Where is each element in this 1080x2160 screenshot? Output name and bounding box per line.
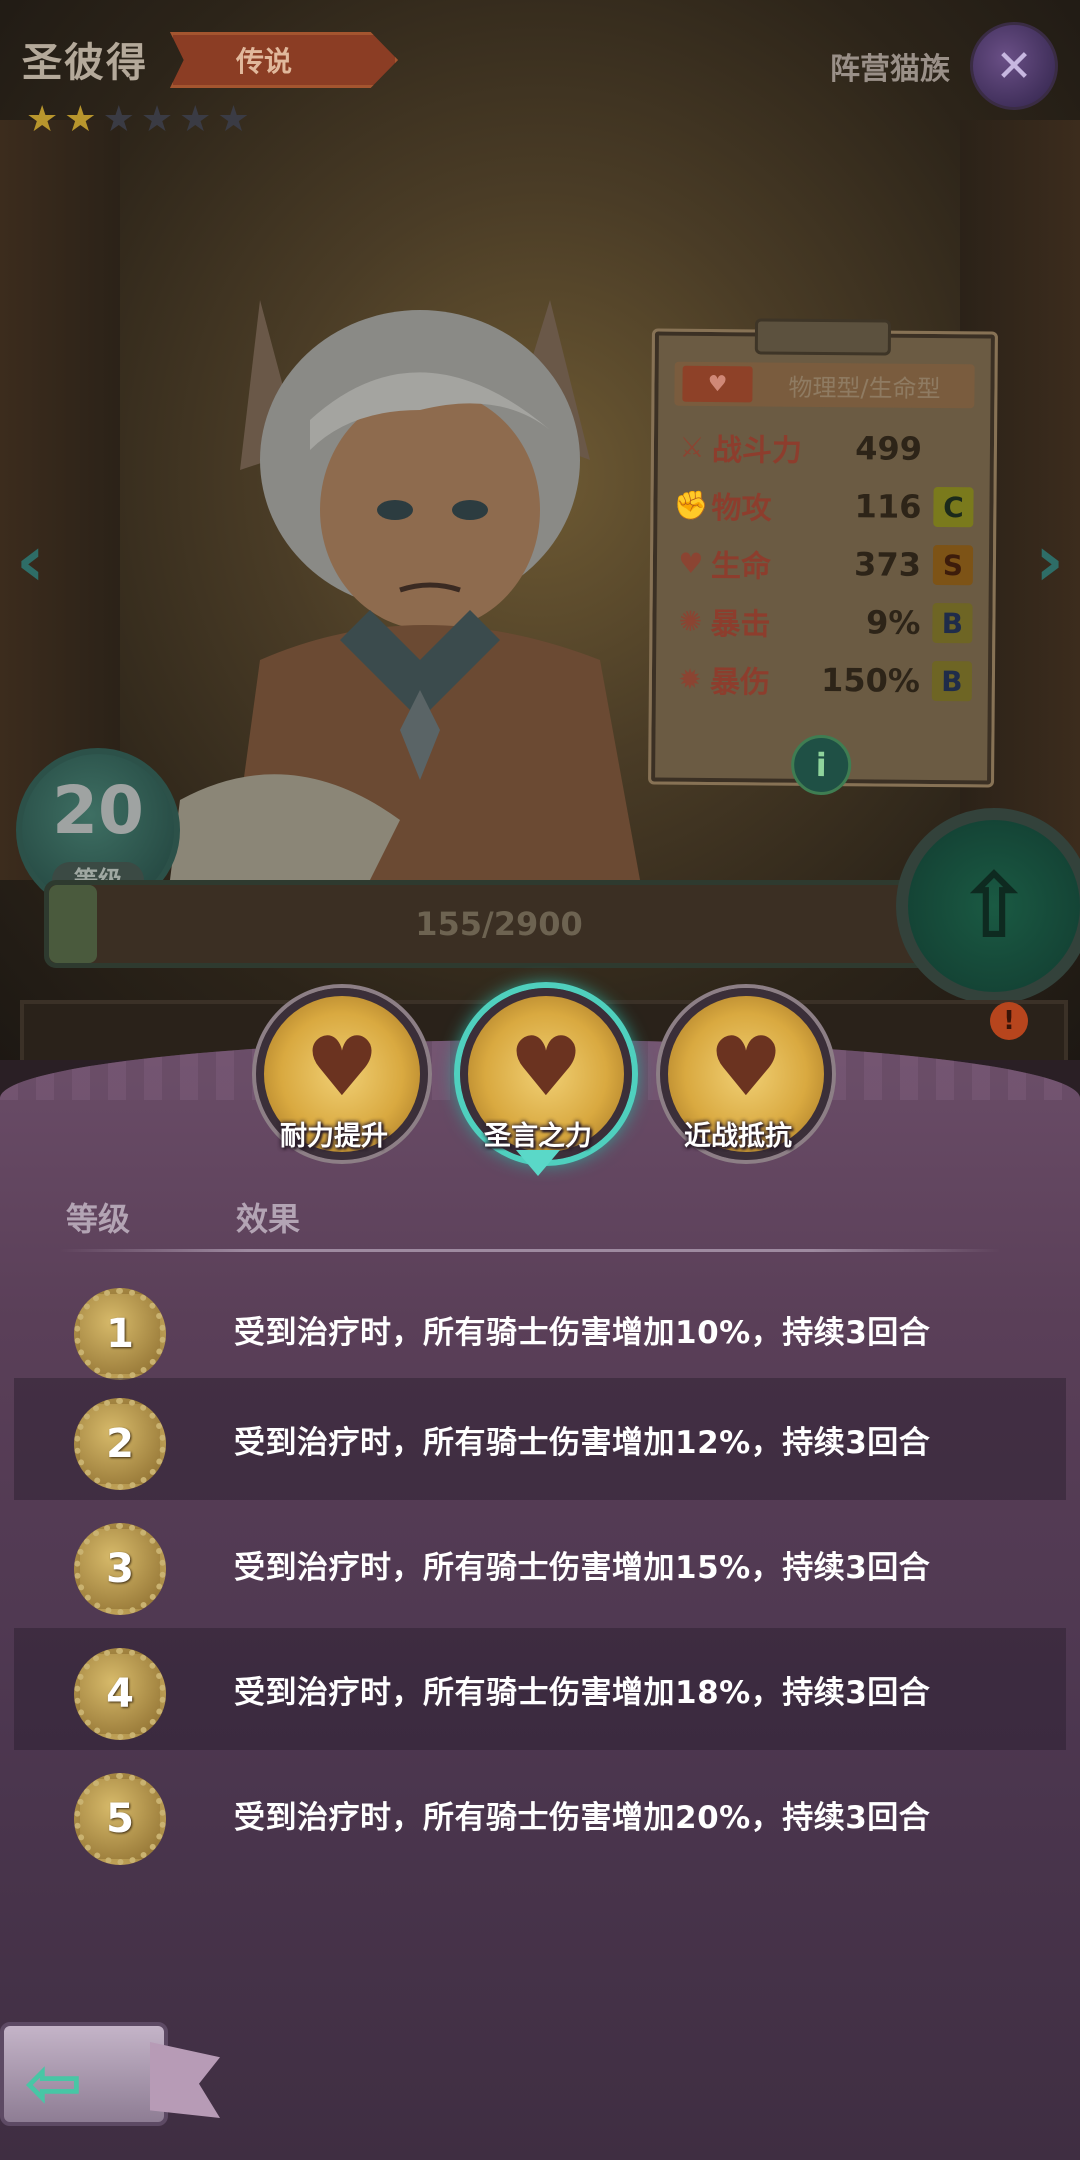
stats-card: ♥ 物理型/生命型 ⚔ 战斗力 499 ✊ 物攻 116 C ♥ 生命 373 … <box>648 318 998 796</box>
star-empty-icon: ★ <box>217 99 250 140</box>
heart-icon: ♥ <box>305 1020 379 1115</box>
stat-value: 373 <box>853 545 922 584</box>
fish-bone-icon[interactable]: ✕ <box>970 22 1058 110</box>
next-hero-arrow-icon[interactable]: › <box>1035 520 1064 602</box>
hero-type-tag: ♥ 物理型/生命型 <box>674 361 975 409</box>
hero-portrait <box>170 300 640 880</box>
crit-icon: ✺ <box>678 604 703 638</box>
stat-grade: S <box>932 544 974 586</box>
stat-label: 暴击 <box>710 607 771 643</box>
stat-label: 物攻 <box>711 491 772 527</box>
column-header-level: 等级 <box>66 1200 131 1238</box>
stat-row-crit: ✺ 暴击 9% B <box>670 596 980 649</box>
selected-skill-pointer-icon <box>516 1150 560 1176</box>
exp-text: 155/2900 <box>415 905 583 943</box>
rarity-badge: 传说 <box>170 32 398 88</box>
heart-icon: ♥ <box>678 546 704 580</box>
table-row: 1 受到治疗时，所有骑士伤害增加10%，持续3回合 <box>14 1268 1066 1390</box>
exp-bar: 155/2900 <box>44 880 954 968</box>
stat-value: 9% <box>865 603 921 642</box>
hero-type-label: 物理型/生命型 <box>788 373 941 403</box>
hero-background: 圣彼得 传说 ★ ★ ★ ★ ★ ★ 阵营猫族 ✕ ‹ › ♥ 物理型/生命型 <box>0 0 1080 1060</box>
rarity-label: 传说 <box>235 45 292 78</box>
clipboard-clip <box>754 318 892 356</box>
power-icon: ⚔ <box>679 430 705 464</box>
level-up-button[interactable]: ⇧ <box>896 808 1080 1004</box>
star-rating: ★ ★ ★ ★ ★ ★ <box>26 102 250 138</box>
stat-value: 116 <box>854 487 922 526</box>
skill-name: 圣言之力 <box>484 1121 592 1152</box>
prev-hero-arrow-icon[interactable]: ‹ <box>16 520 45 602</box>
level-badge: 2 <box>74 1398 166 1490</box>
stat-grade: B <box>932 602 973 644</box>
heart-type-icon: ♥ <box>682 365 753 403</box>
stat-value: 150% <box>820 660 921 700</box>
level-badge: 1 <box>74 1288 166 1380</box>
faction-label: 阵营猫族 <box>830 52 950 87</box>
stat-row-power: ⚔ 战斗力 499 <box>672 422 982 475</box>
back-button-flag <box>150 2042 220 2118</box>
heart-icon: ♥ <box>509 1020 583 1115</box>
effect-text: 受到治疗时，所有骑士伤害增加15%，持续3回合 <box>234 1549 931 1586</box>
back-button-body: ⇦ <box>0 2022 168 2126</box>
heart-icon: ♥ <box>709 1020 783 1115</box>
table-row: 3 受到治疗时，所有骑士伤害增加15%，持续3回合 <box>14 1503 1066 1625</box>
crit-damage-icon: ✹ <box>678 662 702 696</box>
hero-name: 圣彼得 <box>22 40 148 86</box>
stat-label: 生命 <box>710 549 772 585</box>
stat-label: 战斗力 <box>711 433 803 469</box>
back-arrow-icon: ⇦ <box>24 2042 83 2124</box>
skill-name: 耐力提升 <box>280 1121 388 1152</box>
star-empty-icon: ★ <box>179 99 212 140</box>
effect-text: 受到治疗时，所有骑士伤害增加18%，持续3回合 <box>234 1674 931 1711</box>
header-divider <box>60 1249 1000 1252</box>
effect-text: 受到治疗时，所有骑士伤害增加12%，持续3回合 <box>234 1424 931 1461</box>
level-badge: 3 <box>74 1523 166 1615</box>
stat-row-crit-damage: ✹ 暴伤 150% B <box>670 654 980 707</box>
level-badge: 4 <box>74 1648 166 1740</box>
level-number: 20 <box>52 772 144 849</box>
stat-value: 499 <box>854 429 923 468</box>
star-icon: ★ <box>26 99 59 140</box>
back-button[interactable]: ⇦ <box>0 2012 220 2126</box>
stat-label: 暴伤 <box>709 665 771 701</box>
up-arrow-icon: ⇧ <box>956 853 1032 959</box>
star-icon: ★ <box>64 99 97 140</box>
effect-text: 受到治疗时，所有骑士伤害增加20%，持续3回合 <box>234 1799 931 1836</box>
stat-row-attack: ✊ 物攻 116 C <box>671 480 981 533</box>
column-header-effect: 效果 <box>236 1200 301 1238</box>
stat-row-hp: ♥ 生命 373 S <box>671 538 981 591</box>
effect-text: 受到治疗时，所有骑士伤害增加10%，持续3回合 <box>234 1314 931 1351</box>
skill-name: 近战抵抗 <box>684 1121 792 1152</box>
level-badge: 5 <box>74 1773 166 1865</box>
star-empty-icon: ★ <box>102 99 135 140</box>
table-row: 5 受到治疗时，所有骑士伤害增加20%，持续3回合 <box>14 1753 1066 1875</box>
table-row: 4 受到治疗时，所有骑士伤害增加18%，持续3回合 <box>14 1628 1066 1750</box>
stat-grade: C <box>933 486 974 528</box>
table-row: 2 受到治疗时，所有骑士伤害增加12%，持续3回合 <box>14 1378 1066 1500</box>
star-empty-icon: ★ <box>140 99 174 140</box>
stat-grade: B <box>931 660 973 702</box>
fist-icon: ✊ <box>673 488 710 522</box>
info-icon[interactable]: i <box>790 734 852 796</box>
